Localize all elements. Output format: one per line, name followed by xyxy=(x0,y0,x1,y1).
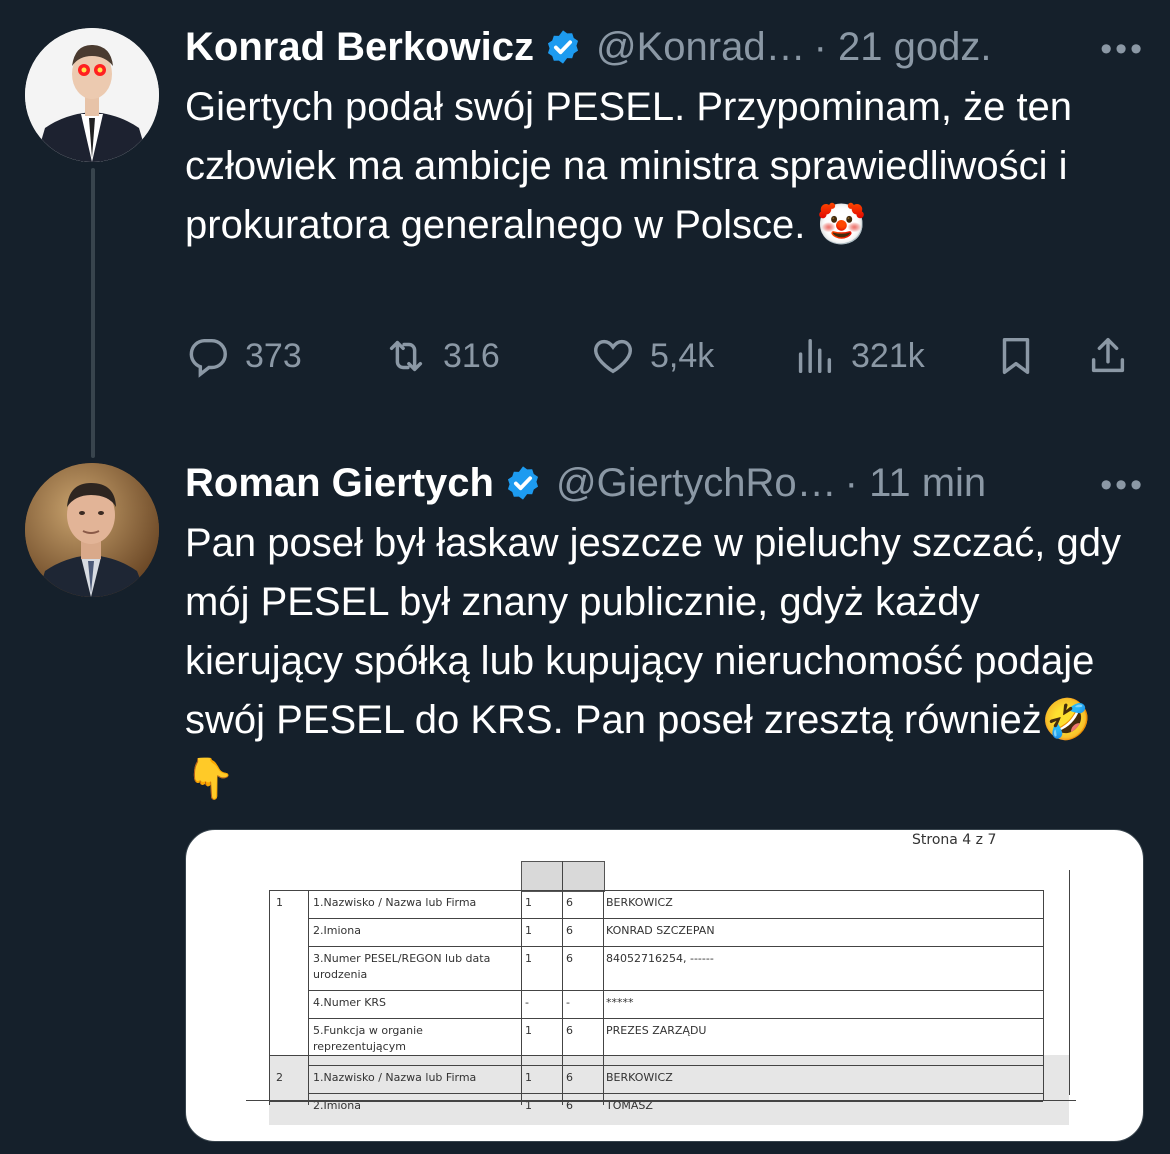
grid-line xyxy=(269,890,1043,891)
more-options-icon[interactable]: ••• xyxy=(1100,30,1145,69)
field-value: BERKOWICZ xyxy=(606,1071,673,1084)
thread-connector-line xyxy=(91,168,95,458)
heart-icon xyxy=(594,339,632,374)
column-value: 1 xyxy=(525,924,532,937)
field-value: 84052716254, ------ xyxy=(606,952,714,965)
column-value: 6 xyxy=(566,924,573,937)
krs-document: Strona 4 z 7 1 1.Nazwisko / Nazwa lub Fir… xyxy=(186,830,1143,1141)
field-label: 1.Nazwisko / Nazwa lub Firma xyxy=(313,1071,477,1084)
grid-line xyxy=(1043,890,1044,1100)
grid-line xyxy=(246,1100,1076,1101)
grid-line xyxy=(269,890,270,1105)
reply-icon xyxy=(189,338,227,378)
reply-button[interactable]: 373 xyxy=(185,333,302,379)
field-label: 2.Imiona xyxy=(313,924,361,937)
column-header-shading xyxy=(521,861,605,892)
grid-line xyxy=(308,1093,1043,1094)
row-number: 1 xyxy=(276,896,283,909)
grid-line xyxy=(308,890,309,1105)
avatar-image xyxy=(25,463,159,597)
tweet1-action-bar: 373 316 5,4k 321k xyxy=(185,333,1145,389)
author-handle[interactable]: @GiertychRo… xyxy=(556,461,837,506)
share-icon xyxy=(1091,337,1125,373)
field-label: 3.Numer PESEL/REGON lub data xyxy=(313,952,491,965)
grid-line xyxy=(562,890,563,1105)
grid-line xyxy=(308,1018,1043,1019)
verified-badge-icon[interactable] xyxy=(544,28,582,66)
field-label: 4.Numer KRS xyxy=(313,996,387,1009)
tweet-time[interactable]: · 11 min xyxy=(845,461,987,506)
column-value: 6 xyxy=(566,896,573,909)
like-button[interactable]: 5,4k xyxy=(590,333,714,379)
field-label-cont: urodzenia xyxy=(313,968,368,981)
column-value: 1 xyxy=(525,952,532,965)
grid-line xyxy=(308,918,1043,919)
grid-line xyxy=(521,890,522,1105)
reply-count: 373 xyxy=(245,336,302,375)
page-number: Strona 4 z 7 xyxy=(912,832,997,848)
grid-line xyxy=(603,890,604,1105)
column-value: 6 xyxy=(566,1071,573,1084)
grid-line xyxy=(308,946,1043,947)
grid-line xyxy=(269,1055,1043,1056)
column-value: 1 xyxy=(525,1071,532,1084)
field-value: BERKOWICZ xyxy=(606,896,673,909)
field-value: ***** xyxy=(606,996,634,1009)
column-value: 1 xyxy=(525,1024,532,1037)
field-label: 5.Funkcja w organie xyxy=(313,1024,423,1037)
field-label: 1.Nazwisko / Nazwa lub Firma xyxy=(313,896,477,909)
author-handle[interactable]: @Konrad… xyxy=(596,25,806,70)
grid-line xyxy=(1069,870,1070,1095)
attached-document-image[interactable]: Strona 4 z 7 1 1.Nazwisko / Nazwa lub Fir… xyxy=(185,829,1144,1142)
author-name[interactable]: Roman Giertych xyxy=(185,461,494,506)
bookmark-button[interactable] xyxy=(993,333,1053,379)
column-value: - xyxy=(525,996,529,1009)
like-count: 5,4k xyxy=(650,336,715,375)
grid-line xyxy=(269,1101,1043,1102)
tweet1-header: Konrad Berkowicz @Konrad… · 21 godz. ••• xyxy=(185,22,1145,72)
views-button[interactable]: 321k xyxy=(791,333,925,379)
grid-line xyxy=(308,1065,1043,1066)
column-value: 6 xyxy=(566,1024,573,1037)
tweet2-header: Roman Giertych @GiertychRo… · 11 min ••• xyxy=(185,458,1145,508)
column-value: 6 xyxy=(566,952,573,965)
tweet-time[interactable]: · 21 godz. xyxy=(814,25,992,70)
tweet2-text: Pan poseł był łaskaw jeszcze w pieluchy … xyxy=(185,521,1133,801)
share-button[interactable] xyxy=(1085,333,1145,379)
column-value: - xyxy=(566,996,570,1009)
tweet1-text: Giertych podał swój PESEL. Przypominam, … xyxy=(185,85,1084,247)
column-value: 1 xyxy=(525,896,532,909)
author-name[interactable]: Konrad Berkowicz xyxy=(185,25,534,70)
avatar-roman-giertych[interactable] xyxy=(25,463,159,597)
field-label-cont: reprezentującym xyxy=(313,1040,406,1053)
field-value: KONRAD SZCZEPAN xyxy=(606,924,715,937)
repost-icon xyxy=(389,340,423,372)
more-options-icon[interactable]: ••• xyxy=(1100,466,1145,505)
verified-badge-icon[interactable] xyxy=(504,464,542,502)
avatar-image xyxy=(25,28,159,162)
grid-line xyxy=(562,861,563,890)
repost-button[interactable]: 316 xyxy=(383,333,500,379)
avatar-konrad-berkowicz[interactable] xyxy=(25,28,159,162)
field-value: PREZES ZARZĄDU xyxy=(606,1024,707,1037)
views-count: 321k xyxy=(851,336,925,375)
repost-count: 316 xyxy=(443,336,500,375)
bookmark-icon xyxy=(1002,337,1030,375)
row-number: 2 xyxy=(276,1071,283,1084)
views-bar-chart-icon xyxy=(798,338,832,374)
grid-line xyxy=(308,990,1043,991)
